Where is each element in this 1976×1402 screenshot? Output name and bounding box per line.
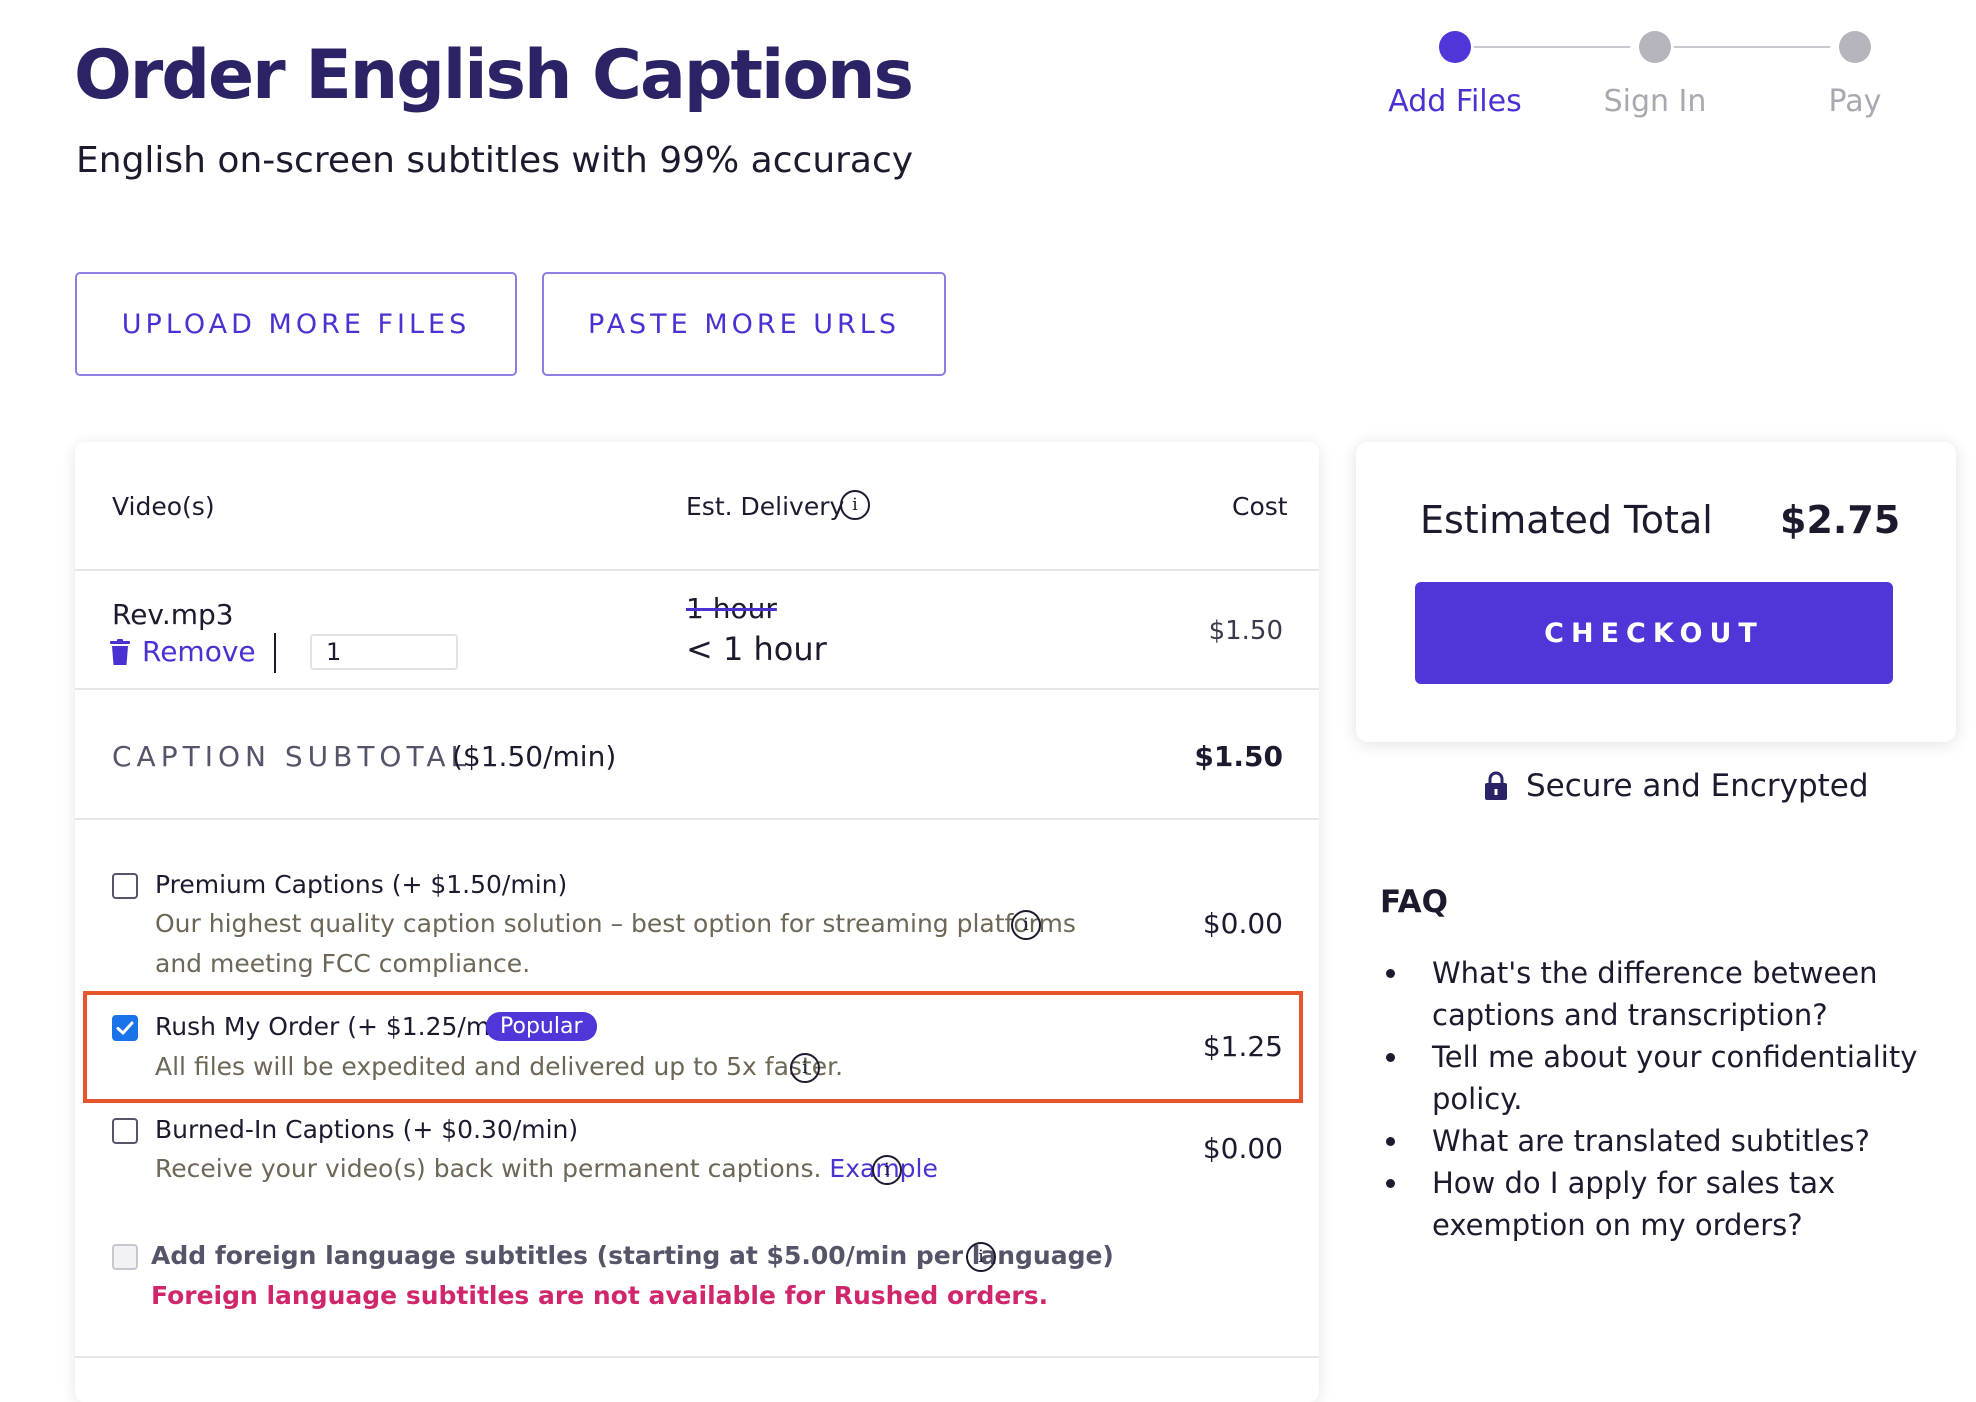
secure-notice: Secure and Encrypted bbox=[1484, 768, 1869, 804]
checkout-button[interactable]: CHECKOUT bbox=[1415, 582, 1893, 684]
rush-info-icon[interactable]: i bbox=[790, 1053, 820, 1083]
rush-order-checkbox[interactable] bbox=[112, 1015, 138, 1041]
caption-subtotal-rate: ($1.50/min) bbox=[452, 740, 617, 773]
original-delivery-time: 1 hour bbox=[686, 592, 777, 625]
rush-order-title: Rush My Order (+ $1.25/min) bbox=[155, 1012, 523, 1041]
separator bbox=[274, 633, 276, 673]
step-dot-add-files bbox=[1439, 31, 1471, 63]
caption-subtotal-label: CAPTION SUBTOTAL bbox=[112, 740, 472, 773]
column-header-cost: Cost bbox=[1232, 492, 1288, 521]
delivery-info-icon[interactable]: i bbox=[840, 490, 870, 520]
faq-title: FAQ bbox=[1380, 884, 1448, 920]
popular-badge: Popular bbox=[486, 1012, 597, 1041]
estimated-total-value: $2.75 bbox=[1780, 498, 1901, 542]
step-label-sign-in[interactable]: Sign In bbox=[1555, 84, 1755, 119]
burned-in-captions-checkbox[interactable] bbox=[112, 1118, 138, 1144]
column-header-videos: Video(s) bbox=[112, 492, 215, 521]
faq-item[interactable]: Tell me about your confidentiality polic… bbox=[1380, 1036, 1960, 1120]
faq-item[interactable]: What are translated subtitles? bbox=[1380, 1120, 1960, 1162]
check-icon bbox=[116, 1021, 134, 1035]
file-name: Rev.mp3 bbox=[112, 598, 234, 631]
divider bbox=[75, 688, 1319, 690]
faq-item[interactable]: How do I apply for sales tax exemption o… bbox=[1380, 1162, 1960, 1246]
divider bbox=[75, 1356, 1319, 1358]
upload-more-files-button[interactable]: UPLOAD MORE FILES bbox=[75, 272, 517, 376]
premium-info-icon[interactable]: i bbox=[1011, 910, 1041, 940]
premium-captions-desc-2: and meeting FCC compliance. bbox=[155, 949, 531, 978]
step-label-pay[interactable]: Pay bbox=[1755, 84, 1955, 119]
burned-in-desc-text: Receive your video(s) back with permanen… bbox=[155, 1154, 822, 1183]
stepper-connector bbox=[1474, 46, 1630, 48]
divider bbox=[75, 569, 1319, 571]
file-cost: $1.50 bbox=[1208, 616, 1283, 646]
secure-label: Secure and Encrypted bbox=[1526, 768, 1869, 804]
foreign-subtitles-warning: Foreign language subtitles are not avail… bbox=[151, 1281, 1049, 1310]
foreign-info-icon[interactable]: i bbox=[966, 1242, 996, 1272]
step-dot-sign-in bbox=[1639, 31, 1671, 63]
trash-icon bbox=[110, 638, 130, 665]
page-subtitle: English on-screen subtitles with 99% acc… bbox=[76, 140, 914, 181]
step-dot-pay bbox=[1839, 31, 1871, 63]
step-label-add-files[interactable]: Add Files bbox=[1355, 84, 1555, 119]
burned-in-captions-price: $0.00 bbox=[1202, 1132, 1283, 1165]
caption-subtotal-value: $1.50 bbox=[1194, 740, 1283, 773]
rush-order-price: $1.25 bbox=[1202, 1030, 1283, 1063]
divider bbox=[75, 818, 1319, 820]
column-header-delivery: Est. Delivery bbox=[686, 492, 845, 521]
burned-in-info-icon[interactable]: i bbox=[872, 1155, 902, 1185]
foreign-subtitles-checkbox[interactable] bbox=[112, 1244, 138, 1270]
premium-captions-title: Premium Captions (+ $1.50/min) bbox=[155, 870, 568, 899]
rush-delivery-time: < 1 hour bbox=[686, 630, 827, 668]
premium-captions-checkbox[interactable] bbox=[112, 873, 138, 899]
stepper-connector bbox=[1674, 46, 1830, 48]
premium-captions-desc: Our highest quality caption solution – b… bbox=[155, 909, 1076, 938]
duration-input[interactable] bbox=[310, 634, 458, 670]
faq-item[interactable]: What's the difference between captions a… bbox=[1380, 952, 1960, 1036]
remove-file-link[interactable]: Remove bbox=[110, 635, 256, 668]
remove-label: Remove bbox=[142, 635, 256, 668]
estimated-total-label: Estimated Total bbox=[1420, 498, 1713, 542]
burned-in-captions-desc: Receive your video(s) back with permanen… bbox=[155, 1149, 938, 1189]
premium-captions-price: $0.00 bbox=[1202, 907, 1283, 940]
burned-in-captions-title: Burned-In Captions (+ $0.30/min) bbox=[155, 1115, 579, 1144]
lock-icon bbox=[1485, 771, 1507, 800]
faq-list: What's the difference between captions a… bbox=[1380, 952, 1960, 1246]
page-title: Order English Captions bbox=[74, 36, 914, 115]
rush-order-desc: All files will be expedited and delivere… bbox=[155, 1052, 844, 1081]
paste-more-urls-button[interactable]: PASTE MORE URLS bbox=[542, 272, 946, 376]
